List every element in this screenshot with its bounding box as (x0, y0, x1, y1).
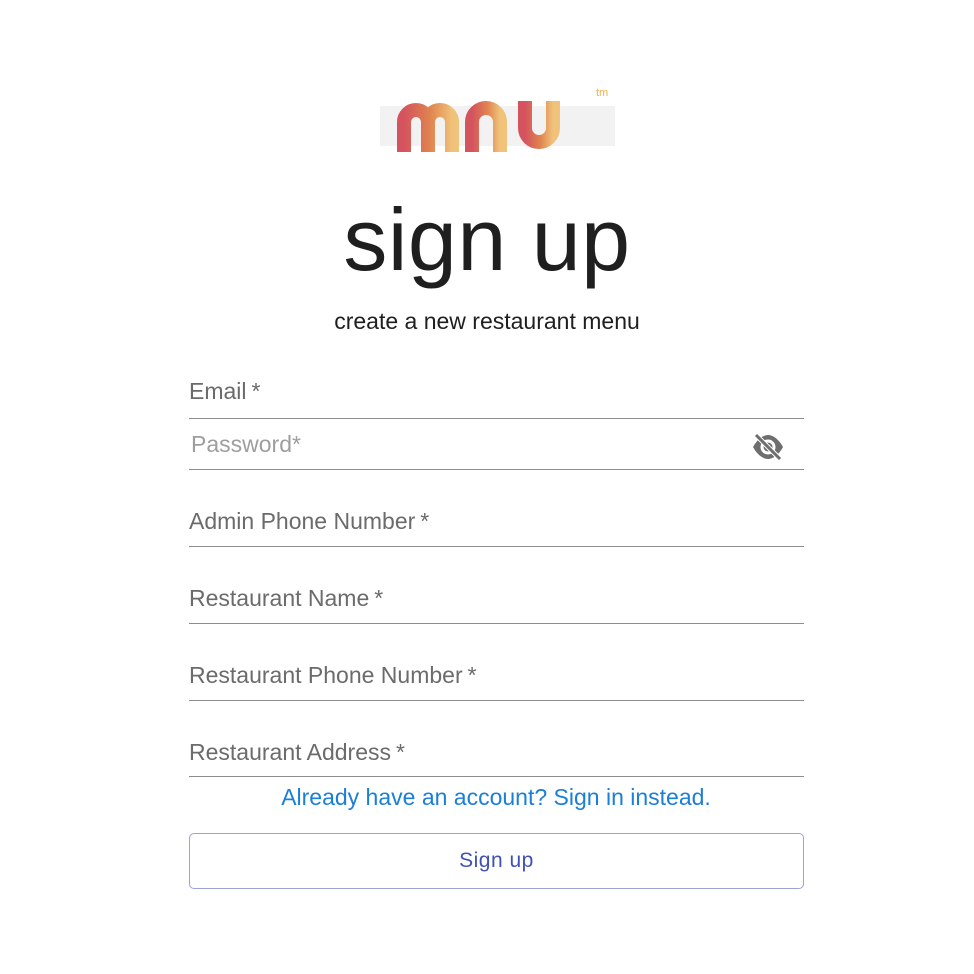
email-field[interactable]: Email * (189, 370, 804, 419)
restaurant-name-input[interactable] (189, 591, 804, 623)
admin-phone-input[interactable] (189, 514, 804, 546)
password-field[interactable] (189, 419, 804, 470)
password-input[interactable] (189, 419, 804, 469)
restaurant-phone-field[interactable]: Restaurant Phone Number * (189, 651, 804, 701)
admin-phone-field[interactable]: Admin Phone Number * (189, 497, 804, 547)
restaurant-address-field[interactable]: Restaurant Address * (189, 728, 804, 777)
page-title: sign up (343, 190, 631, 289)
signup-page: tm sign up create a new restaurant menu … (0, 0, 974, 974)
sign-in-link[interactable]: Already have an account? Sign in instead… (0, 782, 974, 812)
logo-trademark: tm (596, 87, 608, 99)
page-subtitle: create a new restaurant menu (334, 308, 640, 334)
restaurant-name-field[interactable]: Restaurant Name * (189, 574, 804, 624)
restaurant-address-input[interactable] (189, 744, 804, 776)
mnu-logo: tm (380, 84, 615, 154)
email-input[interactable] (189, 386, 804, 418)
restaurant-phone-input[interactable] (189, 668, 804, 700)
eye-slash-icon[interactable] (750, 432, 786, 462)
sign-up-button[interactable]: Sign up (189, 833, 804, 889)
